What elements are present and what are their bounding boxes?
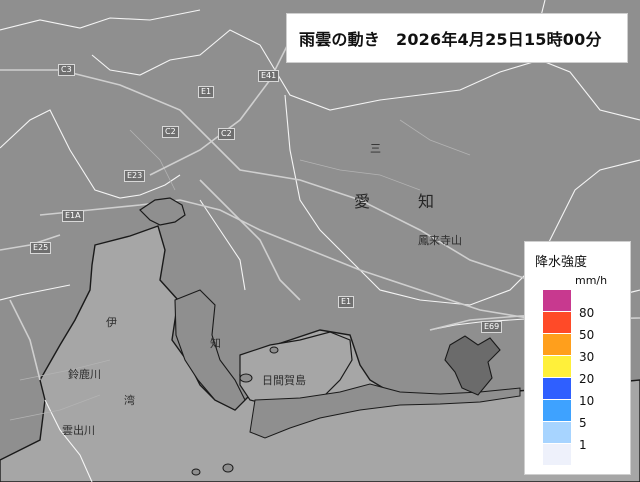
road-tag-e1: E1 <box>198 86 215 98</box>
road-tag-e23: E23 <box>124 170 146 182</box>
legend-row: 50 <box>543 312 623 342</box>
road-tag-c3: C3 <box>58 64 75 76</box>
legend-row: 10 <box>543 378 623 408</box>
legend-row: 20 <box>543 356 623 386</box>
map-stage: C3 E1 C2 E1A E23 E25 E69 E1 C2 E41 愛 知 三… <box>0 0 640 482</box>
legend-row: 30 <box>543 334 623 364</box>
precipitation-legend: 降水強度 mm/h 80 50 30 20 10 5 1 <box>524 241 631 475</box>
legend-row: 5 <box>543 400 623 430</box>
road-tag-e69: E69 <box>481 321 503 333</box>
legend-swatch <box>543 400 571 422</box>
road-tag-e1a: E1A <box>62 210 84 222</box>
legend-title: 降水強度 <box>535 255 588 270</box>
legend-row: 1 <box>543 422 623 452</box>
road-tag-e25: E25 <box>30 242 52 254</box>
map-label-suzukagawa: 鈴鹿川 <box>68 368 101 381</box>
map-label-wan: 湾 <box>124 394 135 407</box>
legend-swatch <box>543 378 571 400</box>
map-title: 雨雲の動き 2026年4月25日15時00分 <box>299 26 602 50</box>
title-datetime: 2026年4月25日15時00分 <box>396 30 602 49</box>
legend-swatch <box>543 334 571 356</box>
map-label-himakajima: 日間賀島 <box>262 374 306 387</box>
title-panel: 雨雲の動き 2026年4月25日15時00分 <box>286 13 628 63</box>
legend-swatch <box>543 422 571 444</box>
map-label-ai: 愛 <box>354 192 371 211</box>
legend-row <box>543 444 623 468</box>
legend-row: 80 <box>543 290 623 320</box>
map-label-ise: 伊 <box>106 316 117 329</box>
road-tag-e41: E41 <box>258 70 280 82</box>
road-tag-e1-2: E1 <box>338 296 355 308</box>
legend-swatch <box>543 312 571 334</box>
legend-swatch <box>543 444 571 466</box>
title-label: 雨雲の動き <box>299 30 381 49</box>
map-label-mikawa: 三 <box>370 142 381 155</box>
legend-swatch <box>543 290 571 312</box>
map-label-horaijisan: 鳳来寺山 <box>418 234 462 247</box>
map-label-chita: 知 <box>210 337 221 350</box>
road-tag-c2: C2 <box>162 126 179 138</box>
legend-unit: mm/h <box>575 274 608 287</box>
map-label-chi: 知 <box>418 192 435 211</box>
road-tag-c2-2: C2 <box>218 128 235 140</box>
map-label-kumozugawa: 雲出川 <box>62 424 95 437</box>
legend-swatch <box>543 356 571 378</box>
